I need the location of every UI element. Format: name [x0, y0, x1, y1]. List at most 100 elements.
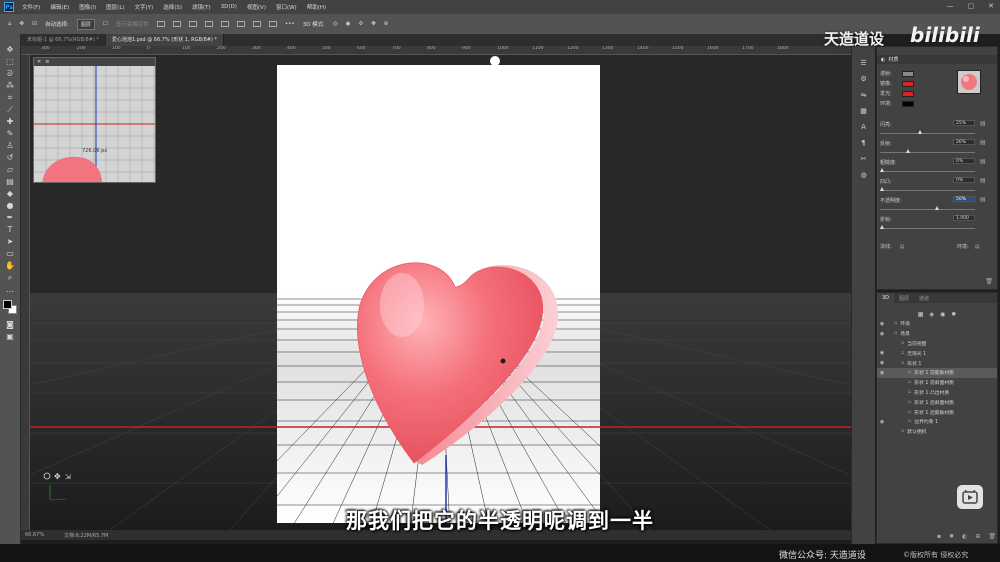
materials-icon[interactable]: ◉: [940, 311, 945, 318]
move-icon[interactable]: ✥: [4, 44, 16, 55]
slider-track[interactable]: [880, 171, 975, 172]
visibility-eye-icon[interactable]: ◉: [877, 370, 887, 376]
path-select-icon[interactable]: ➤: [4, 236, 16, 247]
align-right-icon[interactable]: [188, 21, 197, 27]
slider-knob[interactable]: [880, 187, 884, 191]
tree-row[interactable]: ◉ ▫ 形状 1 前膨胀材质: [877, 368, 997, 378]
slider-knob[interactable]: [906, 149, 910, 153]
menu-layer[interactable]: 图层(L): [106, 3, 124, 11]
tree-row[interactable]: ▫ 默认相机: [877, 427, 997, 437]
tree-row[interactable]: ◉ ▫ 边界约束 1: [877, 417, 997, 427]
healing-icon[interactable]: ✚: [4, 116, 16, 127]
tree-row[interactable]: ◉ ▫ 场景: [877, 329, 997, 339]
folder-icon[interactable]: ▤: [900, 244, 905, 250]
delete-icon[interactable]: 🗑: [985, 278, 993, 285]
adjustments-icon[interactable]: ⇋: [859, 90, 869, 100]
folder-icon[interactable]: ▤: [980, 177, 986, 184]
slider-track[interactable]: [880, 209, 975, 210]
home-icon[interactable]: ⌂: [8, 21, 12, 27]
tree-row[interactable]: ▫ 当前视图: [877, 339, 997, 349]
play-icon[interactable]: [957, 485, 983, 509]
slide-3d-icon[interactable]: ✤: [371, 21, 376, 27]
slider-knob[interactable]: [935, 206, 939, 210]
normal-row[interactable]: 法线: ▤: [880, 243, 905, 251]
slider-value[interactable]: 25%: [953, 120, 975, 126]
paragraph-icon[interactable]: ¶: [859, 138, 869, 148]
maximize-icon[interactable]: ▢: [968, 2, 975, 10]
slider-value[interactable]: 1.000: [953, 215, 975, 221]
auto-select-checkbox[interactable]: ☑: [32, 21, 37, 27]
slider-track[interactable]: [880, 152, 975, 153]
folder-icon[interactable]: ▤: [975, 244, 980, 250]
slider-track[interactable]: [880, 228, 975, 229]
slider-knob[interactable]: [918, 130, 922, 134]
slider-track[interactable]: [880, 133, 975, 134]
screen-mode-icon[interactable]: ▣: [4, 331, 16, 342]
navigator-preview[interactable]: [34, 58, 156, 183]
material-preview[interactable]: [957, 70, 981, 94]
menu-file[interactable]: 文件(F): [22, 3, 40, 11]
material-ambient[interactable]: 环境:: [880, 100, 914, 107]
ambient-swatch[interactable]: [902, 100, 914, 107]
tree-row[interactable]: ▫ 形状 1 凸出材质: [877, 388, 997, 398]
tree-row[interactable]: ◉ ▫ 环境: [877, 319, 997, 329]
more-options-icon[interactable]: •••: [285, 21, 295, 27]
more-tools-icon[interactable]: …: [4, 284, 16, 295]
menu-window[interactable]: 窗口(W): [276, 3, 297, 11]
align-middle-icon[interactable]: [220, 21, 229, 27]
tab-heart-bubble[interactable]: 爱心泡泡1.psd @ 66.7% (形状 1, RGB/8#) *: [105, 34, 225, 46]
orbit-3d-icon[interactable]: ◎: [333, 21, 338, 27]
scale-3d-icon[interactable]: ⊛: [384, 21, 389, 27]
diffuse-swatch[interactable]: [902, 70, 914, 77]
tab-channels[interactable]: 通道: [914, 293, 934, 303]
tab-layers[interactable]: 图层: [894, 293, 914, 303]
visibility-eye-icon[interactable]: ◉: [877, 321, 887, 327]
tab-untitled[interactable]: 未标题-1 @ 66.7%(RGB/8#) *: [21, 34, 106, 46]
pen-icon[interactable]: ✒: [4, 212, 16, 223]
tree-row[interactable]: ◉ ▫ 形状 1: [877, 358, 997, 368]
folder-icon[interactable]: ▤: [980, 196, 986, 203]
environment-row[interactable]: 环境: ▤: [957, 243, 980, 251]
move-tool-icon[interactable]: ✥: [20, 21, 25, 27]
eraser-icon[interactable]: ▱: [4, 164, 16, 175]
meshes-icon[interactable]: ◈: [929, 311, 934, 318]
auto-select-dropdown[interactable]: 图层: [76, 18, 95, 30]
character-icon[interactable]: A: [859, 122, 869, 132]
blur-icon[interactable]: ◆: [4, 188, 16, 199]
brush-icon[interactable]: ✎: [4, 128, 16, 139]
align-top-icon[interactable]: [204, 21, 213, 27]
distribute-icon[interactable]: [252, 21, 261, 27]
history-icon[interactable]: ☰: [859, 58, 869, 68]
foreground-color[interactable]: [3, 300, 12, 309]
gradient-icon[interactable]: ▤: [4, 176, 16, 187]
menu-help[interactable]: 帮助(H): [307, 3, 326, 11]
visibility-eye-icon[interactable]: ◉: [877, 350, 887, 356]
tab-3d[interactable]: 3D: [877, 293, 895, 303]
slider-value[interactable]: 50%: [953, 196, 975, 202]
align-bottom-icon[interactable]: [236, 21, 245, 27]
lasso-icon[interactable]: ᘐ: [4, 68, 16, 79]
magic-wand-icon[interactable]: ⁂: [4, 80, 16, 91]
specular-swatch[interactable]: [902, 80, 914, 87]
rectangle-icon[interactable]: ▭: [4, 248, 16, 259]
quick-mask-icon[interactable]: ◙: [4, 319, 16, 330]
menu-type[interactable]: 文字(Y): [135, 3, 154, 11]
material-illumination[interactable]: 发光:: [880, 90, 914, 97]
distribute-v-icon[interactable]: [268, 21, 277, 27]
zoom-icon[interactable]: ⌕: [4, 272, 16, 283]
tree-row[interactable]: ▫ 形状 1 后膨胀材质: [877, 407, 997, 417]
visibility-eye-icon[interactable]: ◉: [877, 360, 887, 366]
slider-knob[interactable]: [880, 225, 884, 229]
color-swatches[interactable]: [3, 300, 17, 314]
tools-preset-icon[interactable]: ✂: [859, 154, 869, 164]
visibility-eye-icon[interactable]: ◉: [877, 419, 887, 425]
stamp-icon[interactable]: ♙: [4, 140, 16, 151]
slider-track[interactable]: [880, 190, 975, 191]
close-icon[interactable]: ✕: [988, 2, 994, 10]
minimize-icon[interactable]: —: [947, 2, 954, 10]
illumination-swatch[interactable]: [902, 90, 914, 97]
hand-icon[interactable]: ✋: [4, 260, 16, 271]
material-diffuse[interactable]: 漫射:: [880, 70, 914, 77]
slider-value[interactable]: 0%: [953, 177, 975, 183]
libraries-icon[interactable]: ▦: [859, 106, 869, 116]
